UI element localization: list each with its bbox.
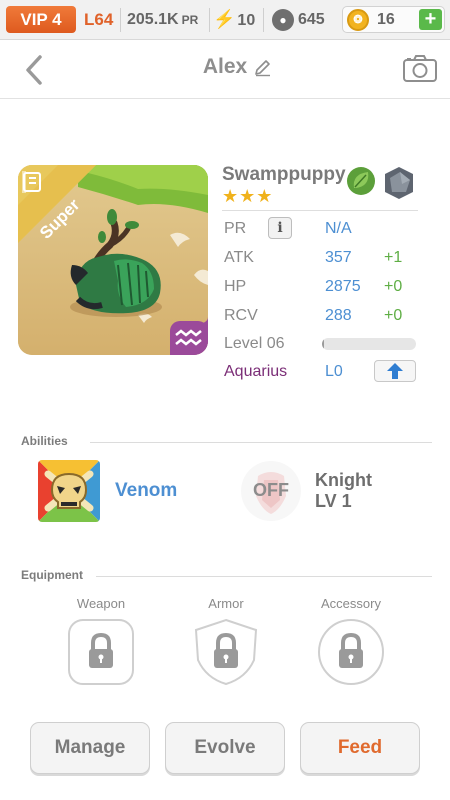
coin-icon: ❂ (347, 9, 369, 31)
stat-row-atk: ATK 357 +1 (222, 245, 420, 271)
rock-icon (385, 167, 413, 199)
status-bar: VIP 4 L64 205.1K PR ⚡ 10 ● 645 ❂ 16 + (0, 0, 450, 40)
stat-value: 357 (325, 249, 352, 266)
weapon-slot[interactable] (67, 618, 135, 686)
paw-value: 645 (298, 11, 325, 28)
paw-counter[interactable]: ● 645 (272, 6, 325, 33)
camera-icon[interactable] (402, 53, 438, 83)
xp-progress-bar (322, 338, 416, 350)
stat-label: HP (224, 278, 247, 295)
leaf-icon (347, 167, 375, 195)
knight-ability-name: Knight (315, 470, 372, 490)
stat-bonus: +0 (384, 307, 403, 324)
level-label: Level 06 (224, 335, 285, 352)
zodiac-upgrade-button[interactable] (374, 360, 416, 382)
feed-button[interactable]: Feed (300, 722, 420, 774)
add-coins-button[interactable]: + (419, 9, 442, 30)
energy-value: 10 (237, 12, 256, 29)
edit-pencil-icon[interactable] (253, 57, 273, 77)
stat-label: RCV (224, 307, 258, 324)
accessory-slot-label: Accessory (321, 596, 381, 611)
coin-counter[interactable]: ❂ 16 + (342, 6, 445, 33)
zodiac-row: Aquarius L0 (222, 359, 420, 385)
player-level: L64 (84, 10, 114, 29)
divider (209, 8, 210, 32)
stat-label: ATK (224, 249, 254, 266)
power-rating: 205.1K PR (127, 6, 198, 33)
ability-off-toggle[interactable]: OFF (240, 480, 302, 501)
stat-bonus: +0 (384, 278, 403, 295)
divider (263, 8, 264, 32)
coin-value: 16 (377, 11, 395, 28)
stat-bonus: +1 (384, 249, 403, 266)
stat-value: 2875 (325, 278, 361, 295)
venom-ability-icon[interactable] (38, 460, 100, 522)
bolt-icon: ⚡ (213, 9, 236, 29)
monster-name: Swamppuppy (222, 164, 346, 185)
stat-row-pr: PR i N/A (222, 216, 420, 242)
level-row: Level 06 (222, 331, 420, 357)
page-header: Alex (0, 41, 450, 99)
stat-label: PR (224, 220, 247, 237)
stat-value: N/A (325, 220, 352, 237)
stat-value: 288 (325, 307, 352, 324)
power-unit: PR (181, 13, 199, 27)
zodiac-label: Aquarius (224, 363, 288, 380)
power-value: 205.1K (127, 11, 179, 28)
equipment-header: Equipment (21, 568, 83, 582)
stat-row-hp: HP 2875 +0 (222, 274, 420, 300)
monster-portrait[interactable]: Super (18, 165, 208, 355)
vip-badge[interactable]: VIP 4 (6, 6, 76, 33)
knight-ability-label: Knight LV 1 (315, 470, 372, 512)
energy-counter[interactable]: ⚡ 10 (213, 6, 255, 33)
abilities-header: Abilities (21, 434, 68, 448)
zodiac-level: L0 (325, 363, 343, 380)
evolve-button[interactable]: Evolve (165, 722, 285, 774)
section-divider (96, 576, 432, 577)
xp-progress-fill (322, 338, 324, 350)
divider (120, 8, 121, 32)
armor-slot[interactable] (192, 618, 260, 686)
star-rating: ★★★ (222, 186, 274, 206)
manage-button[interactable]: Manage (30, 722, 150, 774)
weapon-slot-label: Weapon (76, 596, 126, 611)
info-divider (222, 210, 418, 211)
venom-ability-name[interactable]: Venom (115, 480, 177, 502)
paw-icon: ● (272, 8, 294, 31)
info-icon[interactable]: i (268, 217, 292, 239)
section-divider (90, 442, 432, 443)
stat-row-rcv: RCV 288 +0 (222, 303, 420, 329)
accessory-slot[interactable] (317, 618, 385, 686)
up-arrow-icon (387, 363, 403, 379)
knight-ability-level: LV 1 (315, 491, 352, 511)
page-title: Alex (202, 55, 248, 78)
armor-slot-label: Armor (208, 596, 244, 611)
